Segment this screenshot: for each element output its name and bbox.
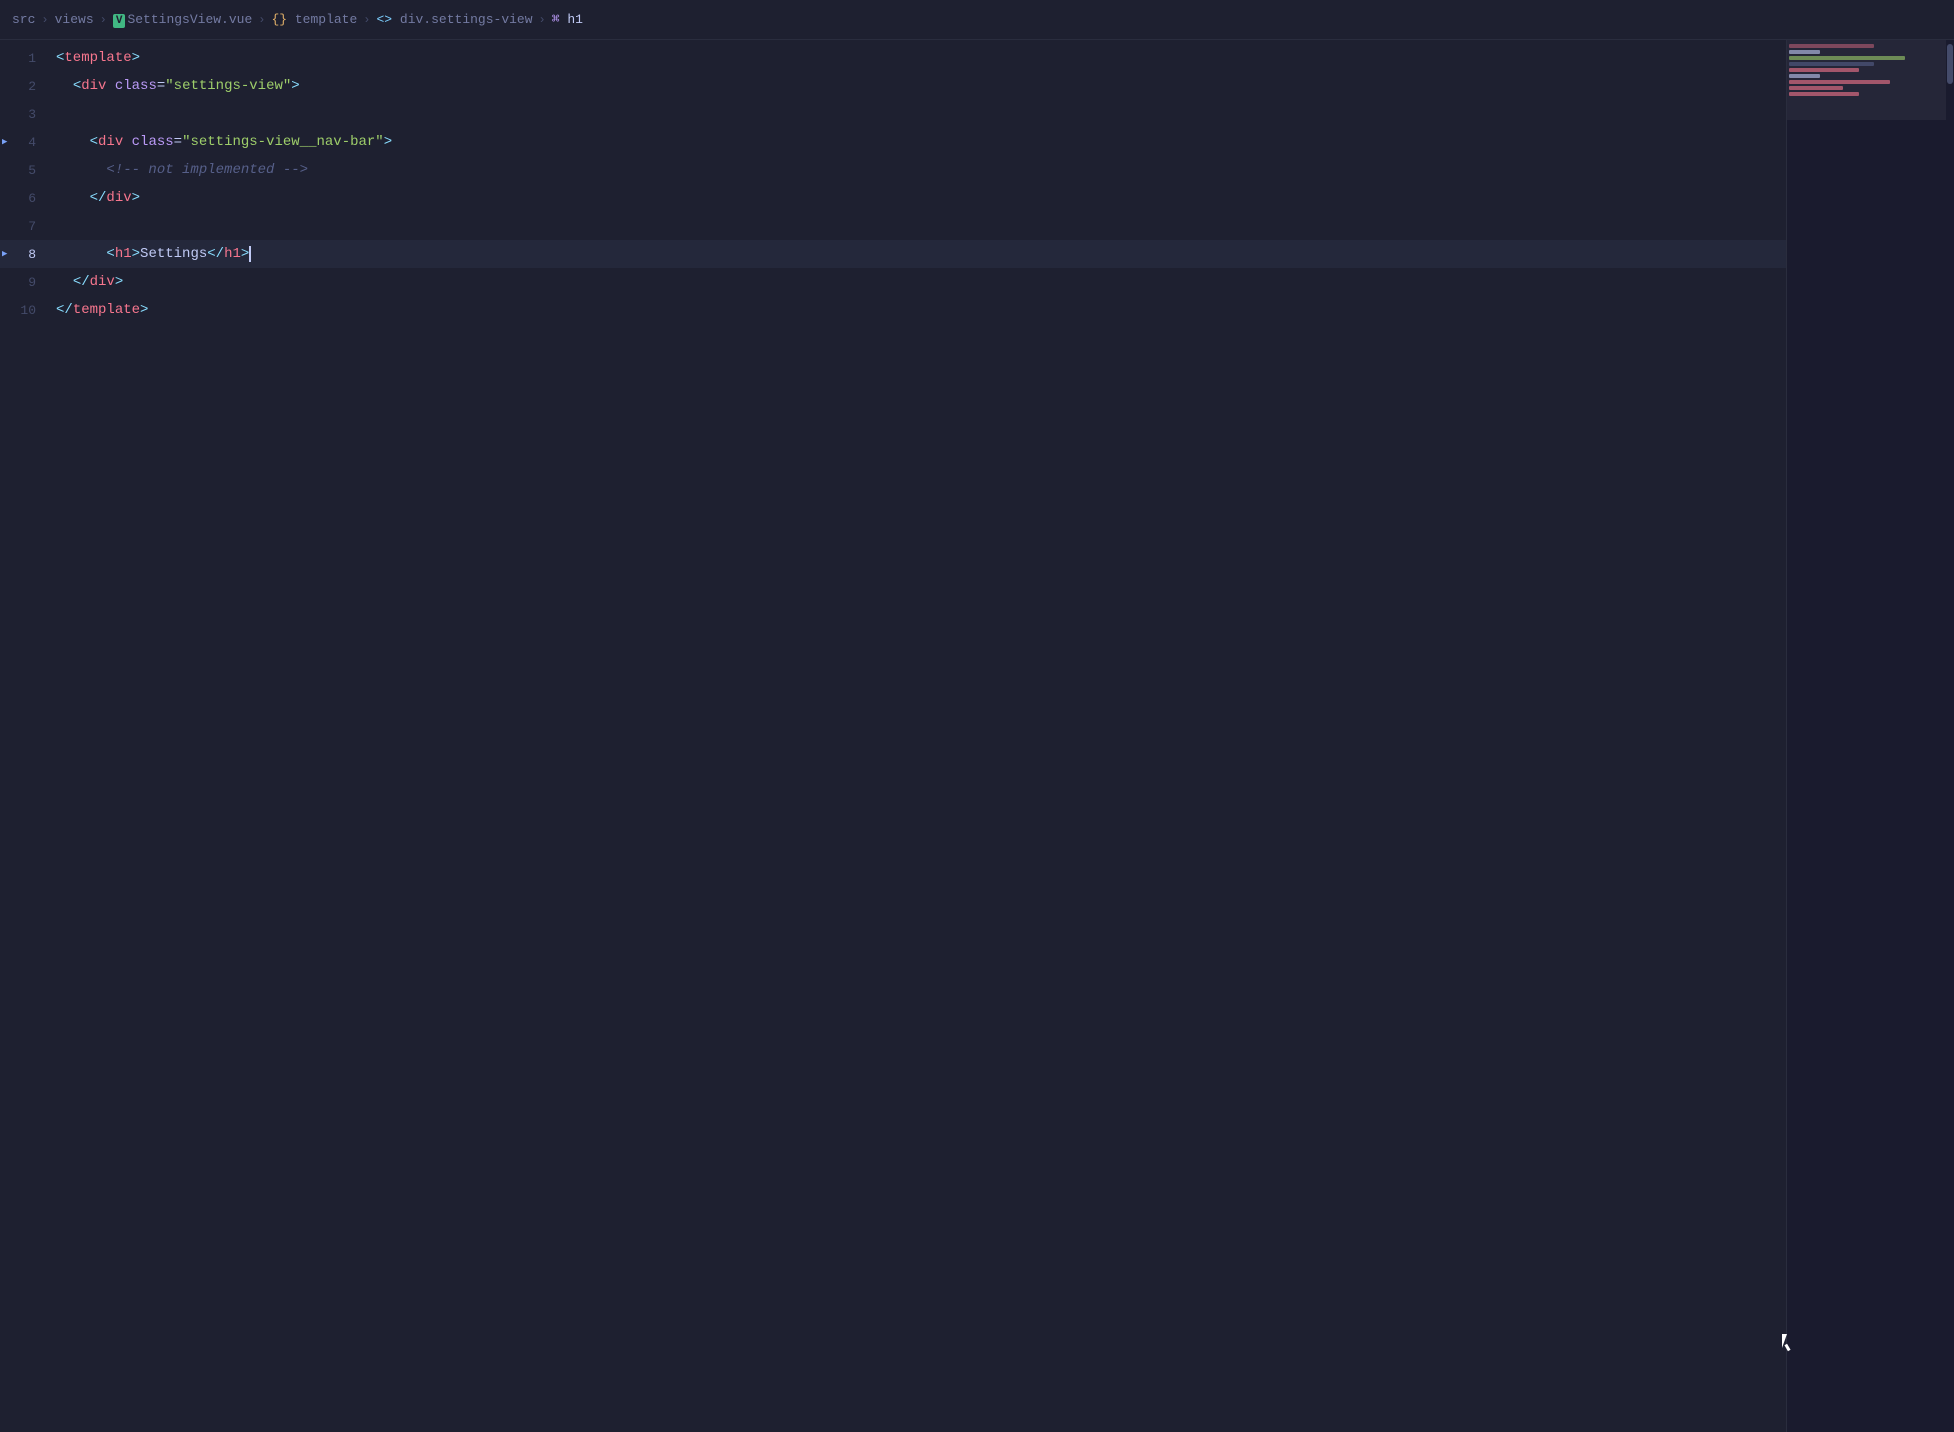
div-icon: <>: [377, 12, 400, 27]
code-line-3: 3: [0, 100, 1786, 128]
breadcrumb-bar: src › views › VSettingsView.vue › {} tem…: [0, 0, 1954, 40]
editor-container: src › views › VSettingsView.vue › {} tem…: [0, 0, 1954, 1432]
line-content-8: <h1>Settings</h1>: [52, 240, 1786, 268]
minimap-line-1: [1789, 44, 1874, 48]
code-line-4: ▶ 4 <div class="settings-view__nav-bar">: [0, 128, 1786, 156]
code-line-10: 10 </template>: [0, 296, 1786, 324]
line-content-4: <div class="settings-view__nav-bar">: [52, 128, 1786, 156]
line-content-1: <template>: [52, 44, 1786, 72]
fold-arrow-8: ▶: [2, 249, 7, 259]
minimap-line-6: [1789, 74, 1820, 78]
line-number-3: 3: [0, 107, 52, 122]
minimap-line-9: [1789, 92, 1859, 96]
breadcrumb-template[interactable]: {} template: [271, 12, 357, 27]
code-line-7: 7: [0, 212, 1786, 240]
code-line-1: 1 <template>: [0, 44, 1786, 72]
minimap-line-2: [1789, 50, 1820, 54]
line-number-4: ▶ 4: [0, 135, 52, 150]
scrollbar-thumb[interactable]: [1947, 44, 1953, 84]
breadcrumb-src[interactable]: src: [12, 12, 35, 27]
scrollbar[interactable]: [1946, 40, 1954, 1432]
code-line-2: 2 <div class="settings-view">: [0, 72, 1786, 100]
breadcrumb-div[interactable]: <> div.settings-view: [377, 12, 533, 27]
breadcrumb-sep-4: ›: [363, 13, 370, 27]
breadcrumb-h1[interactable]: ⌘ h1: [552, 12, 583, 27]
line-number-2: 2: [0, 79, 52, 94]
fold-arrow-4: ▶: [2, 137, 7, 147]
line-number-5: 5: [0, 163, 52, 178]
code-line-8: ▶ 8 <h1>Settings</h1>: [0, 240, 1786, 268]
code-line-6: 6 </div>: [0, 184, 1786, 212]
editor-body: 1 <template> 2 <div class="settings-view…: [0, 40, 1954, 1432]
minimap[interactable]: [1786, 40, 1946, 1432]
line-content-6: </div>: [52, 184, 1786, 212]
minimap-line-3: [1789, 56, 1905, 60]
line-number-7: 7: [0, 219, 52, 234]
minimap-line-5: [1789, 68, 1859, 72]
breadcrumb-sep-3: ›: [258, 13, 265, 27]
minimap-content: [1787, 40, 1946, 102]
line-number-1: 1: [0, 51, 52, 66]
line-content-2: <div class="settings-view">: [52, 72, 1786, 100]
line-content-10: </template>: [52, 296, 1786, 324]
vue-icon: V: [113, 14, 126, 28]
line-number-6: 6: [0, 191, 52, 206]
breadcrumb-sep-1: ›: [41, 13, 48, 27]
breadcrumb-sep-5: ›: [539, 13, 546, 27]
code-line-9: 9 </div>: [0, 268, 1786, 296]
minimap-line-4: [1789, 62, 1874, 66]
code-area[interactable]: 1 <template> 2 <div class="settings-view…: [0, 40, 1786, 1432]
breadcrumb-sep-2: ›: [100, 13, 107, 27]
code-line-5: 5 <!-- not implemented -->: [0, 156, 1786, 184]
line-number-8: ▶ 8: [0, 247, 52, 262]
line-content-5: <!-- not implemented -->: [52, 156, 1786, 184]
h1-icon: ⌘: [552, 12, 568, 27]
minimap-line-7: [1789, 80, 1890, 84]
breadcrumb-file[interactable]: VSettingsView.vue: [113, 12, 252, 27]
curly-icon: {}: [271, 12, 294, 27]
line-number-9: 9: [0, 275, 52, 290]
line-content-9: </div>: [52, 268, 1786, 296]
breadcrumb-views[interactable]: views: [55, 12, 94, 27]
line-number-10: 10: [0, 303, 52, 318]
minimap-line-8: [1789, 86, 1843, 90]
